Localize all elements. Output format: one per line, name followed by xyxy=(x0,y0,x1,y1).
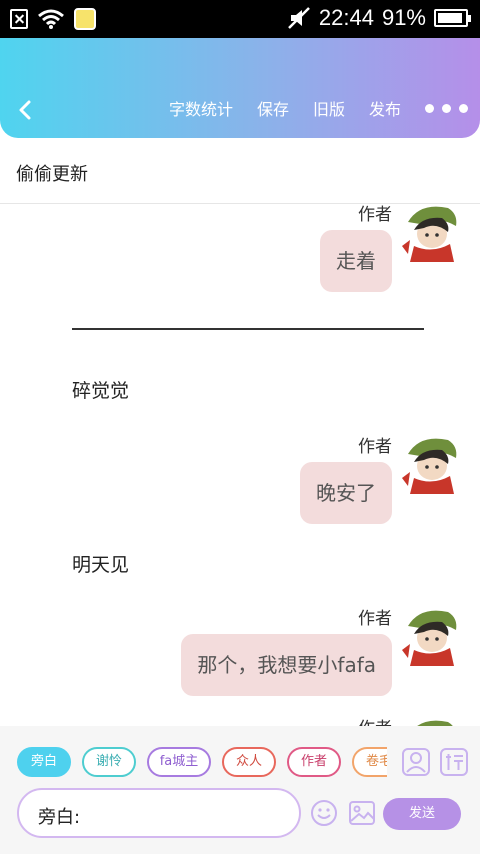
author-name: 作者 xyxy=(358,714,392,726)
wifi-icon xyxy=(38,9,64,29)
back-arrow-icon[interactable] xyxy=(12,96,40,124)
old-version-button[interactable]: 旧版 xyxy=(313,96,345,120)
author-name: 作者 xyxy=(358,609,392,629)
character-chip[interactable]: fa城主 xyxy=(147,747,211,777)
battery-icon xyxy=(434,9,471,27)
send-button[interactable]: 发送 xyxy=(383,798,461,830)
author-avatar[interactable] xyxy=(400,434,460,494)
battery-percent: 91% xyxy=(381,5,426,30)
character-chip[interactable]: 卷毛 xyxy=(352,747,387,777)
message-bubble[interactable]: 走着 xyxy=(320,230,392,292)
no-sim-icon xyxy=(10,9,28,29)
author-avatar[interactable] xyxy=(400,204,460,262)
emoji-icon[interactable] xyxy=(309,798,339,828)
chat-area[interactable]: 作者 走着 碎觉觉 作者 晚安了 明天见 作者 那个，我想要小fafa 作 xyxy=(0,204,480,726)
author-avatar[interactable] xyxy=(400,716,460,726)
mark-icon[interactable] xyxy=(439,747,469,777)
character-chip[interactable]: 作者 xyxy=(287,747,341,777)
author-name: 作者 xyxy=(358,205,392,225)
message-bubble[interactable]: 晚安了 xyxy=(300,462,392,524)
character-manage-icon[interactable] xyxy=(401,747,431,777)
input-role-label: 旁白: xyxy=(38,807,81,828)
publish-button[interactable]: 发布 xyxy=(369,96,401,120)
mute-icon xyxy=(288,7,310,29)
status-bar: 22:44 91% xyxy=(0,0,480,38)
character-chip-row[interactable]: 旁白 谢怜 fa城主 众人 作者 卷毛 xyxy=(17,747,387,777)
image-icon[interactable] xyxy=(347,798,377,828)
character-chip[interactable]: 众人 xyxy=(222,747,276,777)
divider xyxy=(72,328,424,330)
message-bubble[interactable]: 那个，我想要小fafa xyxy=(181,634,392,696)
editor-header: 字数统计 保存 旧版 发布 xyxy=(0,38,480,138)
header-menu: 字数统计 保存 旧版 发布 xyxy=(169,96,468,120)
character-chip-narrator[interactable]: 旁白 xyxy=(17,747,71,777)
word-count-button[interactable]: 字数统计 xyxy=(169,96,233,120)
character-chip[interactable]: 谢怜 xyxy=(82,747,136,777)
story-title[interactable]: 偷偷更新 xyxy=(16,160,88,186)
author-name: 作者 xyxy=(358,437,392,457)
more-options-icon[interactable] xyxy=(425,103,468,113)
author-avatar[interactable] xyxy=(400,606,460,666)
narration-text[interactable]: 明天见 xyxy=(72,550,129,577)
clock: 22:44 xyxy=(318,5,374,30)
app-notification-icon xyxy=(74,8,96,30)
composer-panel: 旁白 谢怜 fa城主 众人 作者 卷毛 旁白: 发送 xyxy=(0,726,480,854)
save-button[interactable]: 保存 xyxy=(257,96,289,120)
narration-text[interactable]: 碎觉觉 xyxy=(72,376,129,403)
title-bar: 偷偷更新 xyxy=(0,138,480,204)
message-input[interactable]: 旁白: xyxy=(17,788,301,838)
